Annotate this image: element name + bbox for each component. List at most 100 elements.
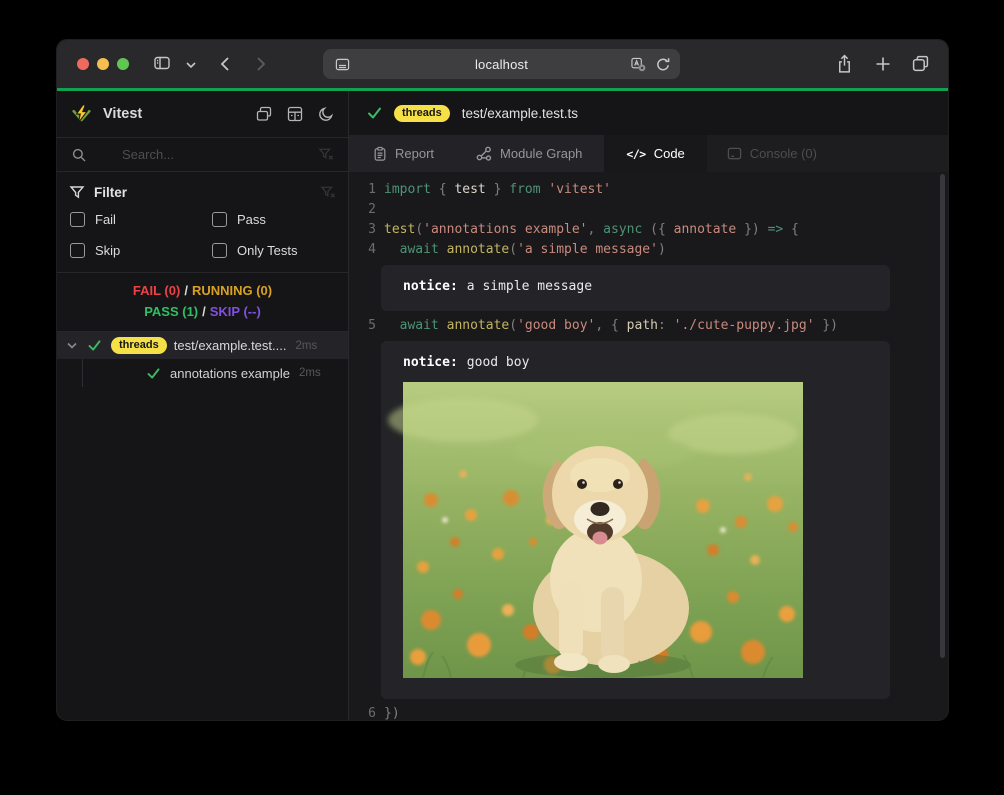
url-text: localhost bbox=[323, 57, 680, 72]
forward-button-icon[interactable] bbox=[254, 56, 268, 72]
pool-badge: threads bbox=[111, 337, 167, 354]
pass-checkbox[interactable] bbox=[212, 212, 227, 227]
reload-icon[interactable] bbox=[656, 57, 670, 72]
tab-report[interactable]: Report bbox=[349, 135, 454, 172]
code-token: 'vitest' bbox=[548, 180, 611, 200]
sidebar: Vitest bbox=[57, 91, 349, 720]
tree-chevron-down-icon[interactable] bbox=[67, 342, 77, 349]
dashboard-icon[interactable] bbox=[287, 106, 303, 122]
annotation-type: notice: bbox=[403, 279, 458, 294]
back-button-icon[interactable] bbox=[218, 56, 232, 72]
code-token: ) bbox=[658, 240, 666, 260]
code-token: 'a simple message' bbox=[517, 240, 658, 260]
browser-titlebar: localhost bbox=[57, 40, 948, 88]
windows-overlap-icon[interactable] bbox=[256, 106, 272, 122]
fail-count: FAIL (0) bbox=[133, 283, 180, 298]
code-token: }) bbox=[384, 704, 400, 720]
tab-module-graph[interactable]: Module Graph bbox=[454, 135, 604, 172]
test-file-row[interactable]: threads test/example.test.... 2ms bbox=[57, 332, 348, 359]
puppy-image bbox=[403, 382, 803, 678]
test-case-name: annotations example bbox=[170, 366, 290, 381]
tab-overview-icon[interactable] bbox=[912, 55, 929, 72]
code-token bbox=[439, 316, 447, 336]
annotation-message: a simple message bbox=[467, 279, 592, 294]
code-token: async bbox=[603, 220, 642, 240]
filter-option-pass[interactable]: Pass bbox=[212, 207, 335, 231]
search-bar[interactable]: Search... bbox=[57, 138, 348, 172]
main-panel: threads test/example.test.ts Report bbox=[349, 91, 948, 720]
tab-console[interactable]: Console (0) bbox=[707, 135, 839, 172]
code-line: 2 bbox=[349, 200, 948, 220]
code-line: 1import { test } from 'vitest' bbox=[349, 180, 948, 200]
code-line: 5 await annotate('good boy', { path: './… bbox=[349, 316, 948, 336]
address-bar[interactable]: localhost bbox=[323, 49, 680, 79]
scrollbar-thumb[interactable] bbox=[940, 174, 945, 658]
line-number: 1 bbox=[349, 180, 376, 200]
code-token: => bbox=[768, 220, 784, 240]
sidebar-header: Vitest bbox=[57, 91, 348, 138]
code-icon: </> bbox=[626, 147, 645, 161]
code-token: { bbox=[431, 180, 454, 200]
code-token: test bbox=[384, 220, 415, 240]
only-tests-checkbox[interactable] bbox=[212, 243, 227, 258]
filter-section: Filter Fail Pass bbox=[57, 172, 348, 273]
fail-checkbox[interactable] bbox=[70, 212, 85, 227]
code-token: }) bbox=[815, 316, 838, 336]
test-case-duration: 2ms bbox=[299, 367, 321, 379]
code-token bbox=[384, 316, 400, 336]
code-token: : bbox=[658, 316, 674, 336]
check-icon bbox=[88, 340, 101, 351]
code-token: import bbox=[384, 180, 431, 200]
code-token: test bbox=[454, 180, 485, 200]
vitest-logo-icon bbox=[71, 104, 92, 124]
code-token: , bbox=[588, 220, 604, 240]
app-title: Vitest bbox=[103, 106, 142, 122]
code-line: 3test('annotations example', async ({ an… bbox=[349, 220, 948, 240]
sidebar-toggle-icon[interactable] bbox=[153, 55, 171, 71]
line-number: 2 bbox=[349, 200, 376, 220]
zoom-button[interactable] bbox=[117, 58, 129, 70]
close-button[interactable] bbox=[77, 58, 89, 70]
filter-title: Filter bbox=[94, 185, 127, 200]
dark-mode-moon-icon[interactable] bbox=[318, 106, 334, 122]
chevron-down-icon[interactable] bbox=[186, 62, 196, 68]
share-icon[interactable] bbox=[836, 54, 853, 74]
code-token: annotate bbox=[447, 316, 510, 336]
filter-option-fail[interactable]: Fail bbox=[70, 207, 212, 231]
code-token: } bbox=[486, 180, 509, 200]
tab-code[interactable]: </> Code bbox=[604, 135, 706, 172]
filter-option-only-tests[interactable]: Only Tests bbox=[212, 238, 335, 262]
filter-option-skip[interactable]: Skip bbox=[70, 238, 212, 262]
minimize-button[interactable] bbox=[97, 58, 109, 70]
search-placeholder: Search... bbox=[122, 147, 174, 162]
translate-icon[interactable] bbox=[631, 57, 646, 72]
pool-badge: threads bbox=[394, 105, 450, 122]
code-token: path bbox=[627, 316, 658, 336]
test-file-duration: 2ms bbox=[295, 340, 317, 352]
line-number: 4 bbox=[349, 240, 376, 260]
code-token bbox=[384, 240, 400, 260]
file-header: threads test/example.test.ts bbox=[349, 91, 948, 135]
annotation-type: notice: bbox=[403, 355, 458, 370]
code-token: }) bbox=[736, 220, 767, 240]
code-token: annotate bbox=[674, 220, 737, 240]
code-token: await bbox=[400, 316, 439, 336]
new-tab-icon[interactable] bbox=[875, 56, 891, 72]
filter-funnel-icon bbox=[70, 186, 84, 199]
code-line: 6}) bbox=[349, 704, 948, 720]
code-token: { bbox=[783, 220, 799, 240]
skip-count: SKIP (--) bbox=[210, 304, 261, 319]
window-controls bbox=[77, 58, 129, 70]
test-case-row[interactable]: annotations example 2ms bbox=[57, 359, 348, 387]
code-token: 'annotations example' bbox=[423, 220, 587, 240]
skip-checkbox[interactable] bbox=[70, 243, 85, 258]
code-token: ( bbox=[509, 316, 517, 336]
annotation-message: good boy bbox=[467, 355, 530, 370]
clear-filter-icon[interactable] bbox=[319, 148, 333, 161]
browser-window: localhost bbox=[57, 40, 948, 720]
code-token: annotate bbox=[447, 240, 510, 260]
line-number: 6 bbox=[349, 704, 376, 720]
reset-filter-icon[interactable] bbox=[321, 186, 335, 199]
code-token: await bbox=[400, 240, 439, 260]
pass-count: PASS (1) bbox=[144, 304, 198, 319]
